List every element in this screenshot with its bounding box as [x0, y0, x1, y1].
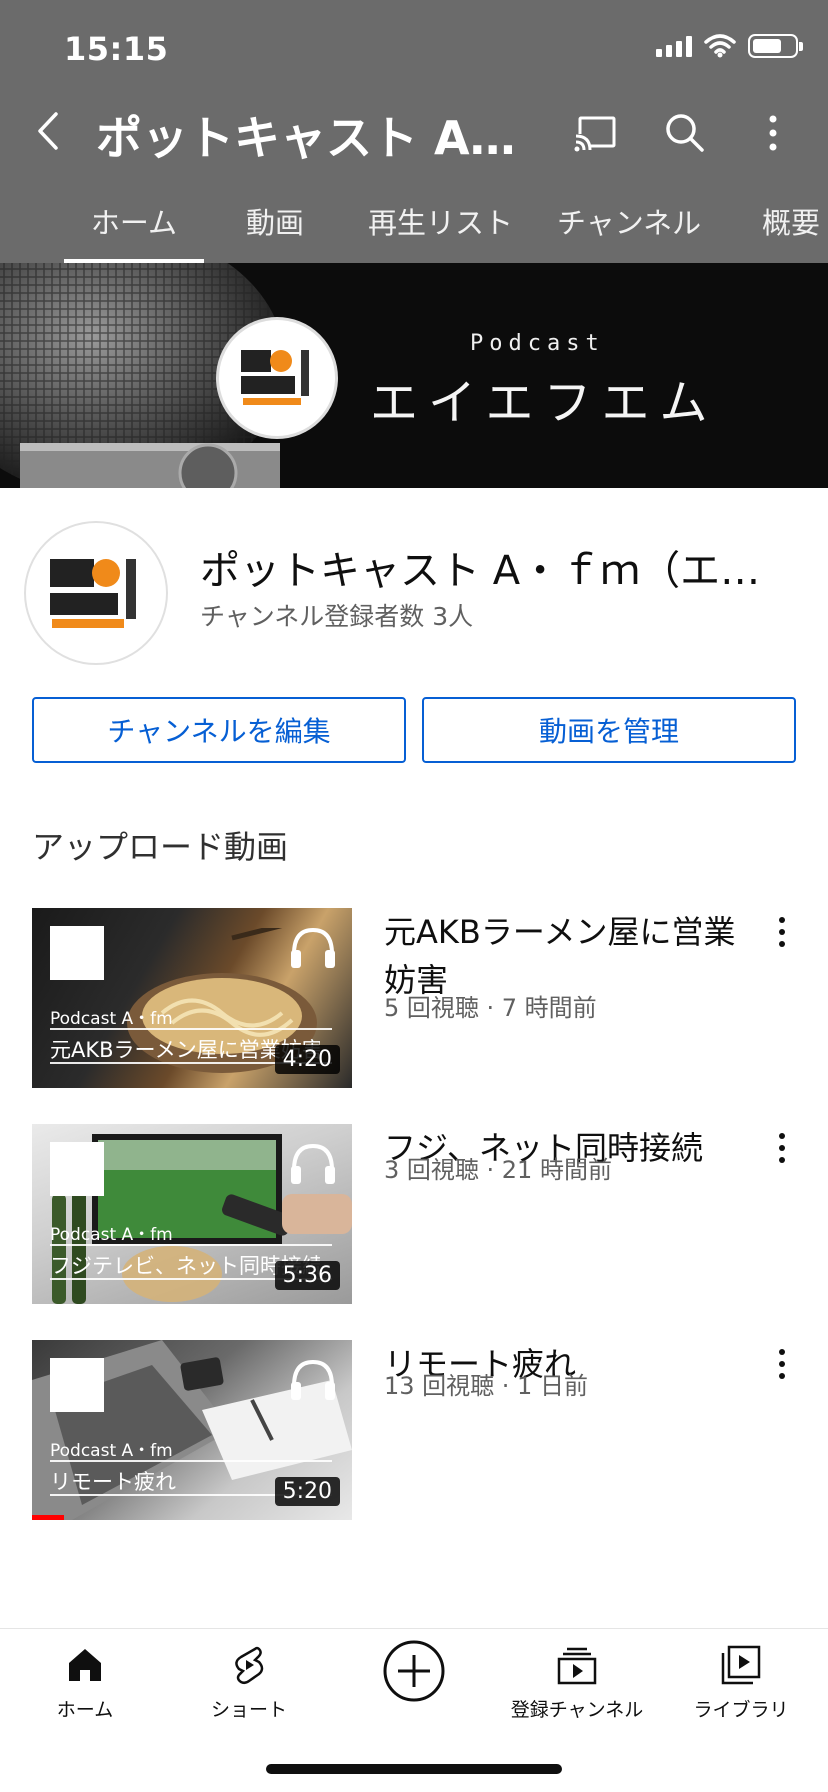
video-meta: 13 回視聴 · 1 日前: [384, 1372, 588, 1400]
back-icon[interactable]: [28, 106, 68, 156]
banner-subtitle: Podcast: [470, 331, 605, 356]
tab-home[interactable]: ホーム: [64, 196, 204, 263]
video-thumbnail[interactable]: Podcast A・fm 元AKBラーメン屋に営業妨害 4:20: [32, 908, 352, 1088]
channel-banner: Podcast エイエフエム: [0, 263, 828, 488]
banner-logo: [216, 317, 338, 439]
status-time: 15:15: [64, 30, 169, 68]
headphones-icon: [291, 1359, 335, 1400]
thumbnail-caption: Podcast A・fm: [50, 1441, 173, 1461]
channel-avatar[interactable]: [24, 521, 168, 665]
thumbnail-logo: [50, 1358, 104, 1412]
banner-title: エイエフエム: [370, 375, 718, 431]
wifi-icon: [704, 34, 736, 58]
nav-subscriptions[interactable]: 登録チャンネル: [492, 1643, 662, 1722]
subscriptions-icon: [557, 1647, 597, 1685]
header-channel-title: ポットキャスト A・f …: [96, 111, 546, 165]
nav-shorts[interactable]: ショート: [164, 1643, 334, 1722]
tab-about[interactable]: 概要: [762, 196, 820, 263]
video-item[interactable]: Podcast A・fm リモート疲れ 5:20 リモート疲れ 13 回視聴 ·…: [0, 1340, 828, 1520]
tab-videos[interactable]: 動画: [246, 196, 304, 263]
video-item[interactable]: Podcast A・fm フジテレビ、ネット同時接続 5:36 フジ、ネット同時…: [0, 1124, 828, 1304]
watch-progress-bar: [32, 1515, 64, 1520]
uploads-section-title: アップロード動画: [32, 828, 289, 866]
headphones-icon: [291, 927, 335, 968]
tab-playlists[interactable]: 再生リスト: [368, 196, 513, 263]
video-thumbnail[interactable]: Podcast A・fm フジテレビ、ネット同時接続 5:36: [32, 1124, 352, 1304]
search-icon[interactable]: [660, 108, 710, 158]
video-more-icon[interactable]: [772, 1130, 792, 1166]
headphones-icon: [291, 1143, 335, 1184]
video-duration: 4:20: [274, 1045, 340, 1074]
status-indicators: [656, 34, 803, 58]
thumbnail-logo: [50, 1142, 104, 1196]
battery-icon: [748, 34, 803, 58]
cast-icon[interactable]: [572, 108, 622, 158]
manage-videos-button[interactable]: 動画を管理: [422, 697, 796, 763]
thumbnail-divider: [50, 1028, 332, 1030]
channel-tabs: ホーム 動画 再生リスト チャンネル 概要: [0, 196, 828, 263]
home-icon: [69, 1649, 101, 1681]
subscriber-count: チャンネル登録者数 3人: [200, 602, 474, 631]
app-header: 15:15 ポットキャスト A・f … ホーム 動画 再生リスト チャンネル: [0, 0, 828, 263]
thumbnail-logo: [50, 926, 104, 980]
channel-name: ポットキャスト A・ｆｍ（エイ…: [200, 548, 800, 594]
thumbnail-divider: [50, 1244, 332, 1246]
nav-label: ショート: [210, 1699, 287, 1721]
video-duration: 5:36: [274, 1261, 340, 1290]
create-icon[interactable]: [382, 1639, 446, 1703]
thumbnail-caption: Podcast A・fm: [50, 1009, 173, 1029]
thumbnail-divider: [50, 1460, 332, 1462]
nav-label: ライブラリ: [693, 1699, 789, 1721]
cellular-signal-icon: [656, 35, 692, 57]
nav-label: ホーム: [56, 1699, 114, 1721]
more-vert-icon[interactable]: [748, 108, 798, 158]
edit-channel-button[interactable]: チャンネルを編集: [32, 697, 406, 763]
video-more-icon[interactable]: [772, 1346, 792, 1382]
nav-library[interactable]: ライブラリ: [656, 1643, 826, 1722]
nav-home[interactable]: ホーム: [0, 1643, 170, 1722]
library-icon: [721, 1645, 761, 1685]
video-more-icon[interactable]: [772, 914, 792, 950]
nav-label: 登録チャンネル: [510, 1699, 644, 1721]
video-meta: 3 回視聴 · 21 時間前: [384, 1156, 612, 1184]
video-thumbnail[interactable]: Podcast A・fm リモート疲れ 5:20: [32, 1340, 352, 1520]
video-item[interactable]: Podcast A・fm 元AKBラーメン屋に営業妨害 4:20 元AKBラーメ…: [0, 908, 828, 1088]
video-duration: 5:20: [274, 1477, 340, 1506]
thumbnail-caption: Podcast A・fm: [50, 1225, 173, 1245]
tab-channels[interactable]: チャンネル: [557, 196, 701, 263]
home-indicator: [266, 1764, 562, 1774]
video-meta: 5 回視聴 · 7 時間前: [384, 994, 597, 1022]
shorts-icon: [235, 1646, 264, 1685]
